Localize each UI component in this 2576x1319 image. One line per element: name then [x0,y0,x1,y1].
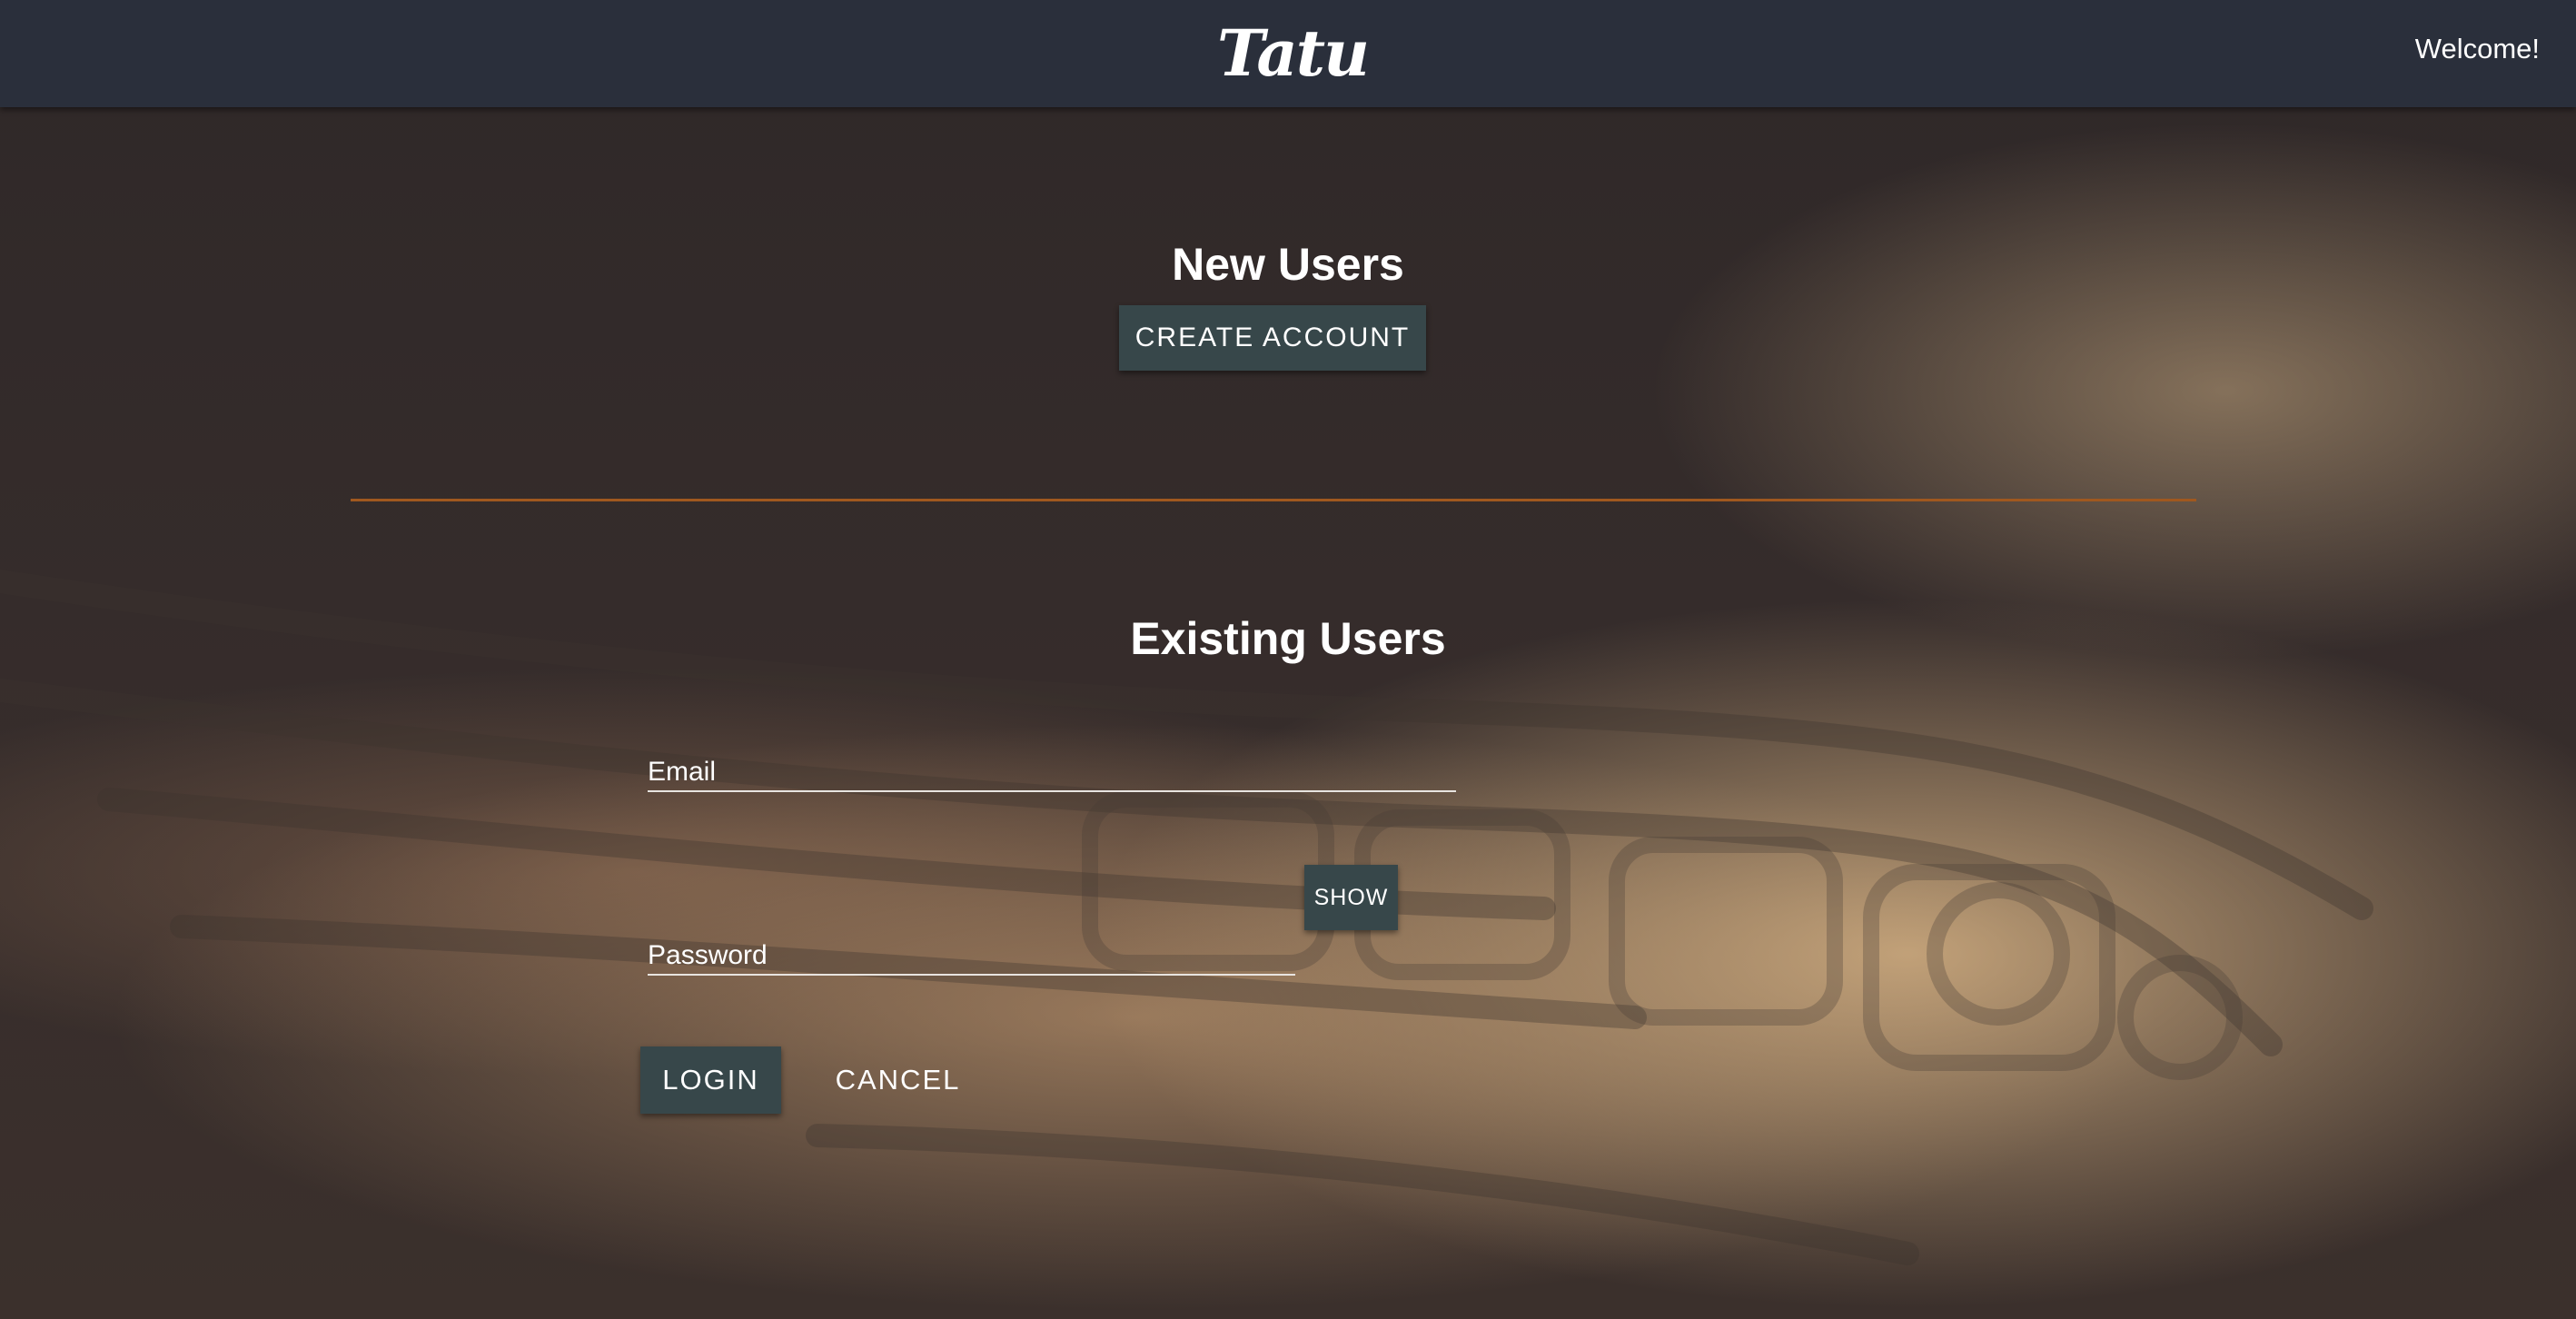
top-navbar: Tatu Welcome! [0,0,2576,107]
cancel-button[interactable]: CANCEL [823,1046,973,1114]
email-underline [648,790,1456,792]
create-account-button[interactable]: CREATE ACCOUNT [1119,305,1426,371]
password-underline [648,974,1295,976]
section-divider [351,499,2196,501]
show-password-button[interactable]: SHOW [1304,865,1398,930]
welcome-text: Welcome! [2414,33,2540,64]
password-label: Password [648,940,768,970]
login-button[interactable]: LOGIN [640,1046,781,1114]
existing-users-heading: Existing Users [1130,613,1446,664]
new-users-heading: New Users [1172,239,1404,290]
app-logo[interactable]: Tatu [1217,13,1370,94]
email-label: Email [648,757,717,787]
